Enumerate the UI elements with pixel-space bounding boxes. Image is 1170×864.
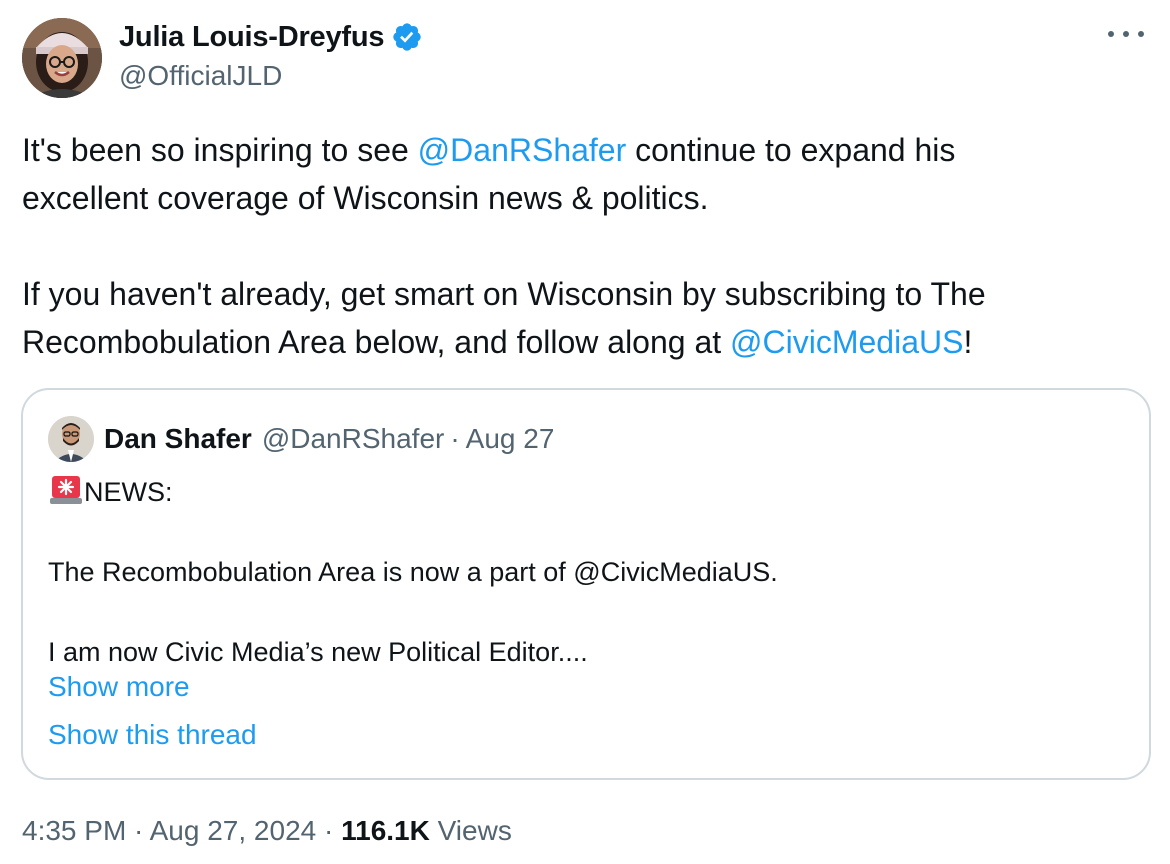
quoted-news-line: NEWS: [48,472,1128,512]
author-avatar[interactable] [22,18,102,98]
quoted-author-avatar[interactable] [48,416,94,462]
quoted-tweet-date[interactable]: Aug 27 [466,423,555,455]
quoted-body-line-3: I am now Civic Media’s new Political Edi… [48,637,588,667]
tweet-text-segment: continue to expand his [626,132,956,168]
tweet-text-segment: Recombobulation Area below, and follow a… [22,324,731,360]
tweet-time[interactable]: 4:35 PM [22,815,126,846]
meta-separator: · [126,815,150,846]
tweet-date[interactable]: Aug 27, 2024 [150,815,317,846]
tweet-text: It's been so inspiring to see @DanRShafe… [22,126,1132,366]
quoted-author-handle[interactable]: @DanRShafer [262,423,445,455]
verified-badge-icon[interactable] [391,21,423,53]
mention-link-civicmediaus[interactable]: @CivicMediaUS [730,324,963,360]
tweet-text-segment: It's been so inspiring to see [22,132,418,168]
quoted-blank-line [48,512,1128,552]
siren-icon [48,472,84,508]
tweet: Julia Louis-Dreyfus @OfficialJLD It's be… [0,0,1170,864]
tweet-paragraph-2-line-2: Recombobulation Area below, and follow a… [22,318,1132,366]
quoted-tweet-body: NEWS: The Recombobulation Area is now a … [48,472,1128,672]
show-more-link[interactable]: Show more [48,671,190,703]
show-thread-link[interactable]: Show this thread [48,719,257,751]
quoted-author-name[interactable]: Dan Shafer [104,423,252,455]
author-handle[interactable]: @OfficialJLD [119,60,423,92]
quoted-body-line-2: The Recombobulation Area is now a part o… [48,557,778,587]
tweet-paragraph-1-line-2: excellent coverage of Wisconsin news & p… [22,180,709,216]
more-dot [1138,31,1144,37]
quoted-blank-line [48,592,1128,632]
more-dot [1108,31,1114,37]
author-block: Julia Louis-Dreyfus @OfficialJLD [119,18,423,92]
separator-dot: · [450,423,460,454]
mention-link-danrshafer[interactable]: @DanRShafer [418,132,627,168]
views-count[interactable]: 116.1K [341,815,430,846]
news-label: NEWS: [84,477,173,507]
display-name-row: Julia Louis-Dreyfus [119,18,423,56]
tweet-paragraph-2: If you haven't already, get smart on Wis… [22,276,986,312]
tweet-text-segment: ! [963,324,973,360]
tweet-paragraph-1: It's been so inspiring to see @DanRShafe… [22,126,1132,174]
tweet-meta: 4:35 PM · Aug 27, 2024 · 116.1K Views [22,815,512,847]
author-display-name[interactable]: Julia Louis-Dreyfus [119,21,385,54]
views-label: Views [429,815,512,846]
quoted-tweet-header: Dan Shafer @DanRShafer · Aug 27 [48,416,554,462]
more-dot [1123,31,1129,37]
more-icon[interactable] [1108,22,1144,46]
meta-separator: · [316,815,342,846]
quoted-tweet-card[interactable]: Dan Shafer @DanRShafer · Aug 27 NEWS: Th… [21,388,1151,780]
